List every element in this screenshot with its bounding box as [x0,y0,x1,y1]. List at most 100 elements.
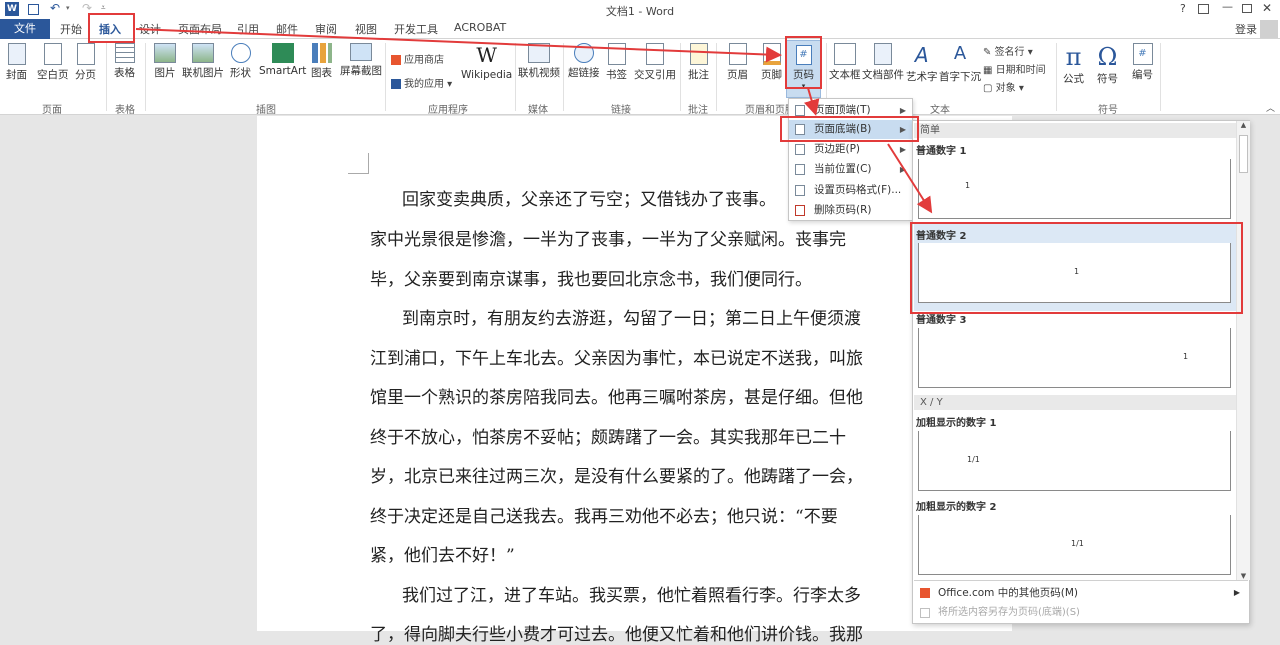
page-break-button[interactable]: 分页 [75,43,96,82]
group-label-comments: 批注 [688,105,708,116]
header-button[interactable]: 页眉 [727,43,748,82]
signature-line-button[interactable]: ✎ 签名行 ▾ [983,43,1033,58]
gallery-item-plain-number-1[interactable]: 1 [918,159,1231,219]
body-line[interactable]: 毕，父亲要到南京谋事，我也要回北京念书，我们便同行。 [370,265,812,290]
body-line[interactable]: 馆里一个熟识的茶房陪我同去。他再三嘱咐茶房，甚是仔细。但他 [370,383,863,408]
online-picture-button[interactable]: 联机图片 [182,43,224,80]
body-line[interactable]: 回家变卖典质，父亲还了亏空；又借钱办了丧事。 [402,185,776,210]
help-button[interactable]: ? [1180,2,1186,15]
body-line[interactable]: 了，得向脚夫行些小费才可过去。他便又忙着和他们讲价钱。我那 [370,620,863,645]
highlight-insert-tab [88,13,135,43]
ribbon-display-icon[interactable] [1198,4,1209,14]
body-line[interactable]: 岁，北京已来往过两三次，是没有什么要紧的了。他踌躇了一会， [370,462,863,487]
page-top-icon [795,105,805,116]
tab-home[interactable]: 开始 [60,21,82,37]
body-line[interactable]: 终于不放心，怕茶房不妥帖；颇踌躇了一会。其实我那年已二十 [370,423,846,448]
picture-button[interactable]: 图片 [154,43,176,80]
group-separator [145,43,146,111]
cover-page-button[interactable]: 封面 [6,43,27,82]
cross-reference-button[interactable]: 交叉引用 [634,43,676,82]
restore-button[interactable] [1242,4,1252,13]
tab-developer[interactable]: 开发工具 [394,21,438,37]
bottom-of-page-gallery: 简单 普通数字 1 1 普通数字 2 1 普通数字 3 1 X / Y 加粗显示… [912,120,1250,624]
tab-review[interactable]: 审阅 [315,21,337,37]
group-separator [1056,43,1057,111]
picture-icon [154,43,176,63]
page-number-preview: 1/1 [1071,539,1084,548]
body-line[interactable]: 我们过了江，进了车站。我买票，他忙着照看行李。行李太多 [402,581,861,606]
office-store-button[interactable]: 应用商店 [391,51,444,66]
save-gallery-icon [920,608,930,618]
gallery-item-bold-number-2[interactable]: 1/1 [918,515,1231,575]
tab-view[interactable]: 视图 [355,21,377,37]
more-page-numbers-office-link[interactable]: Office.com 中的其他页码(M) ▶ [914,583,1248,603]
scroll-down-icon[interactable]: ▼ [1237,572,1250,580]
group-separator [680,43,681,111]
date-time-button[interactable]: ▦ 日期和时间 [983,61,1046,76]
group-label-pages: 页面 [42,105,62,116]
hyperlink-button[interactable]: 超链接 [568,43,600,80]
collapse-ribbon-icon[interactable]: ︿ [1266,101,1275,114]
page-number-preview: 1 [1183,352,1189,361]
minimize-button[interactable]: — [1222,0,1233,13]
menu-item-remove-page-numbers[interactable]: 删除页码(R) [789,201,912,220]
numbering-icon: # [1132,43,1153,65]
menu-item-page-margins[interactable]: 页边距(P) ▶ [789,140,912,159]
chart-button[interactable]: 图表 [311,43,332,80]
login-link[interactable]: 登录 [1235,21,1257,37]
bookmark-button[interactable]: 书签 [606,43,627,82]
tab-file[interactable]: 文件 [0,19,50,39]
screenshot-button[interactable]: 屏幕截图 [340,43,382,78]
group-separator [515,43,516,111]
tab-layout[interactable]: 页面布局 [178,21,222,37]
group-separator [1160,43,1161,111]
close-button[interactable]: ✕ [1262,1,1272,15]
smartart-button[interactable]: SmartArt [259,43,306,77]
gallery-item-bold-number-1[interactable]: 1/1 [918,431,1231,491]
blank-page-button[interactable]: 空白页 [37,43,69,82]
menu-item-format-page-numbers[interactable]: 设置页码格式(F)... [789,181,912,200]
gallery-scrollbar[interactable]: ▲ ▼ [1236,121,1250,580]
save-selection-disabled: 将所选内容另存为页码(底端)(S) [914,603,1248,623]
margin-corner-mark [348,153,369,174]
wikipedia-button[interactable]: W Wikipedia [461,43,512,81]
page-number-preview: 1/1 [967,455,980,464]
comment-button[interactable]: 批注 [688,43,709,82]
symbol-button[interactable]: Ω 符号 [1097,43,1118,86]
wordart-button[interactable]: A 艺术字 [906,43,938,84]
body-line[interactable]: 江到浦口，下午上车北去。父亲因为事忙，本已说定不送我，叫旅 [370,344,863,369]
drop-cap-button[interactable]: A 首字下沉 [939,43,981,84]
body-line[interactable]: 终于决定还是自己送我去。我再三劝他不必去；他只说：“不要 [370,502,838,527]
avatar[interactable] [1260,20,1278,38]
text-box-icon [833,43,856,65]
my-apps-button[interactable]: 我的应用 ▾ [391,75,452,90]
object-button[interactable]: ▢ 对象 ▾ [983,79,1024,94]
tab-mailings[interactable]: 邮件 [276,21,298,37]
footer-button[interactable]: 页脚 [761,43,782,82]
gallery-divider [914,580,1248,581]
online-video-button[interactable]: 联机视频 [518,43,560,80]
omega-icon: Ω [1097,43,1118,71]
drop-cap-icon: A [953,43,967,64]
menu-item-current-position[interactable]: 当前位置(C) ▶ [789,160,912,179]
tab-acrobat[interactable]: ACROBAT [454,21,506,34]
group-label-symbols: 符号 [1098,105,1118,116]
scrollbar-thumb[interactable] [1239,135,1248,173]
gallery-item-plain-number-3[interactable]: 1 [918,328,1231,388]
body-line[interactable]: 到南京时，有朋友约去游逛，勾留了一日；第二日上午便须渡 [402,304,861,329]
footer-icon [762,43,781,65]
store-icon [391,55,401,65]
text-box-button[interactable]: 文本框 [829,43,861,82]
scroll-up-icon[interactable]: ▲ [1237,121,1250,129]
equation-button[interactable]: π 公式 [1063,43,1084,86]
numbering-button[interactable]: # 编号 [1132,43,1153,82]
tab-references[interactable]: 引用 [237,21,259,37]
body-line[interactable]: 家中光景很是惨澹，一半为了丧事，一半为了父亲赋闲。丧事完 [370,225,846,250]
body-line[interactable]: 紧，他们去不好！” [370,541,515,566]
group-label-text: 文本 [930,105,950,116]
gallery-section-xy: X / Y [914,395,1236,410]
table-button[interactable]: 表格 [114,43,135,80]
tab-design[interactable]: 设计 [139,21,161,37]
shapes-button[interactable]: 形状 [230,43,251,80]
quick-parts-button[interactable]: 文档部件 [862,43,904,82]
